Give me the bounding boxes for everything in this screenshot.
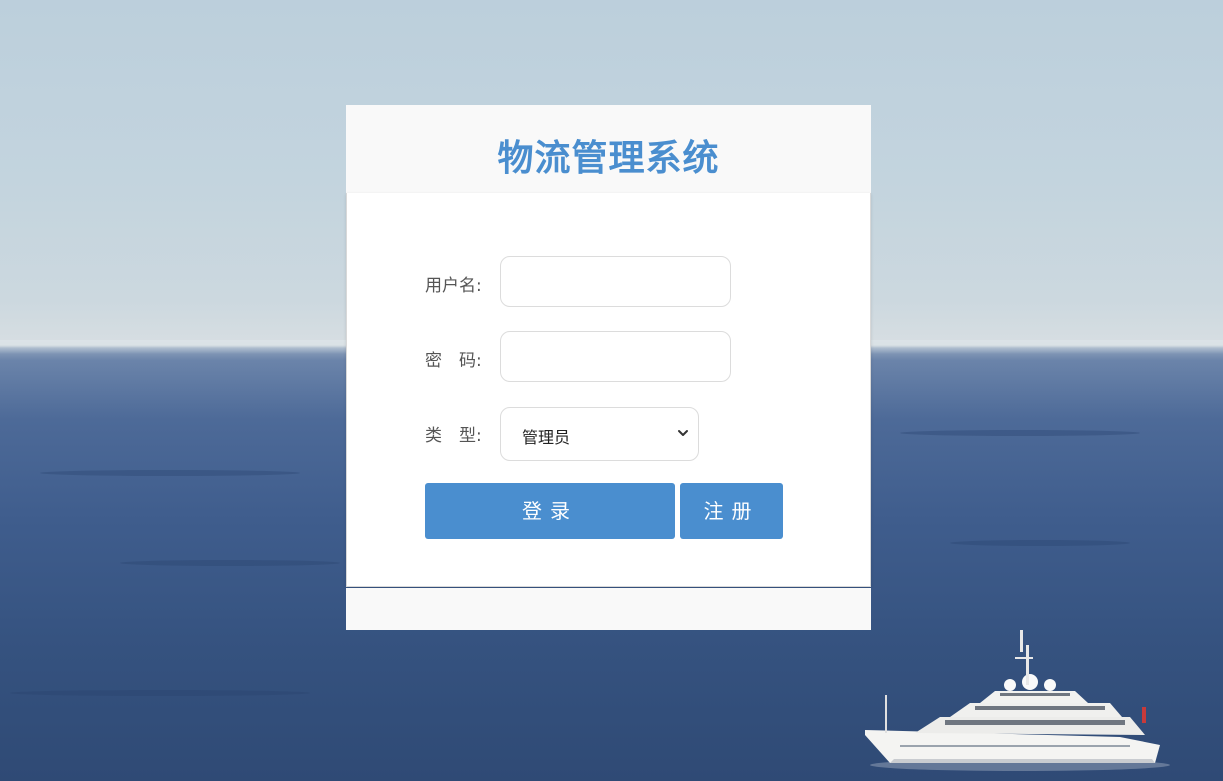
username-label: 用户名: bbox=[425, 276, 482, 296]
wave bbox=[120, 560, 340, 566]
wave bbox=[10, 690, 310, 696]
login-panel: 物流管理系统 用户名: 密 码: 类 型: 管理员 登录 注册 bbox=[346, 105, 871, 630]
wave bbox=[900, 430, 1140, 436]
chevron-down-icon bbox=[678, 430, 688, 436]
type-select[interactable]: 管理员 bbox=[500, 407, 699, 461]
login-form: 用户名: 密 码: 类 型: 管理员 登录 注册 bbox=[346, 193, 871, 587]
wave bbox=[950, 540, 1130, 546]
yacht-image bbox=[865, 630, 1170, 771]
type-label: 类 型: bbox=[425, 426, 482, 446]
wave bbox=[40, 470, 300, 476]
login-button[interactable]: 登录 bbox=[425, 483, 675, 539]
panel-header: 物流管理系统 bbox=[346, 105, 871, 194]
username-input[interactable] bbox=[500, 256, 731, 307]
password-label: 密 码: bbox=[425, 351, 482, 371]
app-title: 物流管理系统 bbox=[497, 138, 720, 179]
panel-footer bbox=[346, 588, 871, 630]
register-button[interactable]: 注册 bbox=[680, 483, 783, 539]
password-input[interactable] bbox=[500, 331, 731, 382]
type-select-value: 管理员 bbox=[522, 428, 571, 447]
